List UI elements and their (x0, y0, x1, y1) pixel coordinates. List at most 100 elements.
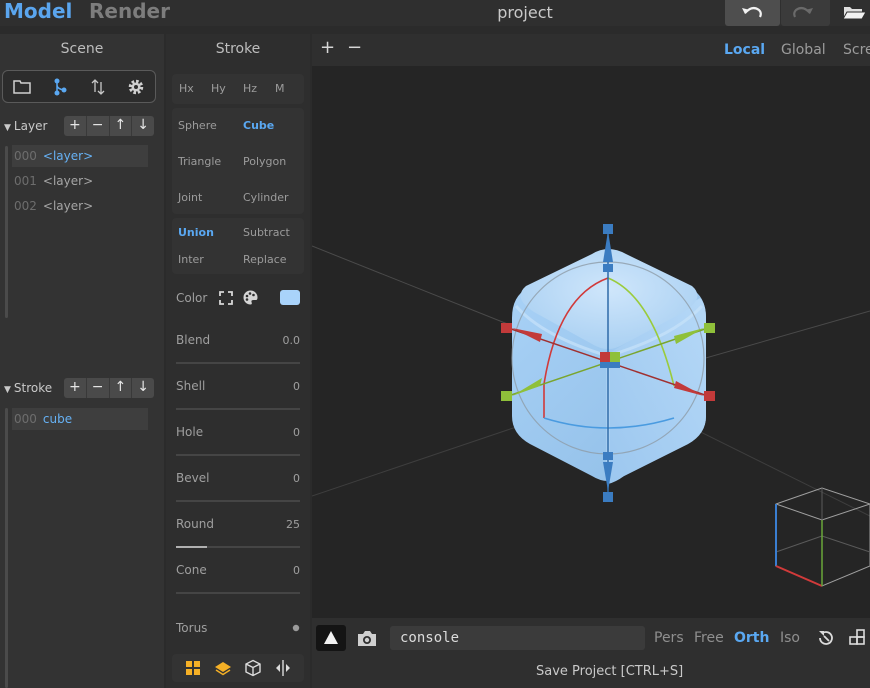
layer-row[interactable]: 001 <layer> (12, 170, 148, 192)
bevel-label: Bevel (176, 471, 210, 485)
stroke-row[interactable]: 000 cube (12, 408, 148, 430)
hole-slider[interactable] (176, 454, 300, 456)
move-layer-down-button[interactable]: ↓ (132, 116, 154, 136)
op-replace[interactable]: Replace (243, 253, 287, 266)
op-union[interactable]: Union (178, 226, 214, 239)
mirror-hz-toggle[interactable]: Hz (243, 82, 257, 95)
space-global[interactable]: Global (781, 42, 826, 58)
mirror-m-toggle[interactable]: M (275, 82, 285, 95)
stroke-section-label: Stroke (13, 381, 53, 395)
view-cube[interactable] (775, 487, 870, 587)
layer-index: 001 (14, 174, 37, 188)
tab-model[interactable]: Model (4, 0, 72, 23)
hole-value: 0 (293, 426, 300, 439)
cone-slider[interactable] (176, 592, 300, 594)
collapse-triangle-icon: ▼ (4, 123, 11, 133)
settings-button[interactable] (125, 76, 147, 98)
open-project-button[interactable] (838, 0, 870, 26)
move-stroke-down-button[interactable]: ↓ (132, 378, 154, 398)
shell-slider[interactable] (176, 408, 300, 410)
camera-icon (358, 631, 376, 646)
sort-button[interactable] (87, 76, 109, 98)
console-input[interactable]: console (390, 626, 645, 650)
layers-icon[interactable] (214, 659, 232, 677)
hierarchy-icon (54, 78, 67, 96)
layer-buttons: + − ↑ ↓ (64, 116, 154, 136)
layer-list-scrollbar[interactable] (5, 146, 8, 318)
shape-cylinder[interactable]: Cylinder (243, 191, 289, 204)
hierarchy-button[interactable] (49, 76, 71, 98)
blend-slider[interactable] (176, 362, 300, 364)
mirror-icon[interactable] (274, 659, 292, 677)
3d-canvas[interactable] (312, 66, 870, 618)
space-screen[interactable]: Screen (843, 42, 870, 58)
stroke-section-header[interactable]: ▼ Stroke (4, 381, 52, 395)
grid-icon[interactable] (184, 659, 202, 677)
undo-button[interactable] (725, 0, 780, 26)
shape-cube[interactable]: Cube (243, 119, 274, 132)
layer-row[interactable]: 000 <layer> (12, 145, 148, 167)
scene-panel: Scene ▼ Layer + − ↑ ↓ 000 <layer> 001 <l… (0, 34, 164, 688)
top-bar: Model Render project (0, 0, 870, 26)
layer-section-header[interactable]: ▼ Layer (4, 119, 47, 133)
layer-section-label: Layer (13, 119, 48, 133)
bevel-slider[interactable] (176, 500, 300, 502)
layer-row[interactable]: 002 <layer> (12, 195, 148, 217)
cube-icon[interactable] (244, 659, 262, 677)
color-swatch[interactable] (280, 290, 300, 305)
add-layer-button[interactable]: + (64, 116, 87, 136)
layer-name: <layer> (42, 149, 94, 163)
remove-layer-button[interactable]: − (87, 116, 110, 136)
collapse-triangle-icon: ▼ (4, 385, 11, 395)
pick-mode-button[interactable] (316, 625, 346, 651)
projection-orth[interactable]: Orth (734, 630, 769, 646)
tab-render[interactable]: Render (89, 0, 170, 23)
triangle-icon (324, 631, 338, 644)
scene-render[interactable] (312, 66, 870, 618)
cone-label: Cone (176, 563, 207, 577)
round-slider[interactable] (176, 546, 300, 548)
mirror-hx-toggle[interactable]: Hx (179, 82, 194, 95)
shell-value: 0 (293, 380, 300, 393)
projection-iso[interactable]: Iso (780, 630, 800, 646)
scene-toolbar (2, 70, 156, 103)
remove-stroke-button[interactable]: − (87, 378, 110, 398)
op-inter[interactable]: Inter (178, 253, 204, 266)
op-subtract[interactable]: Subtract (243, 226, 290, 239)
bevel-value: 0 (293, 472, 300, 485)
color-label: Color (176, 291, 208, 305)
layer-name: <layer> (42, 174, 94, 188)
projection-pers[interactable]: Pers (654, 630, 684, 646)
stroke-buttons: + − ↑ ↓ (64, 378, 154, 398)
folder-button[interactable] (11, 76, 33, 98)
shape-polygon[interactable]: Polygon (243, 155, 286, 168)
zoom-out-button[interactable]: − (347, 37, 362, 58)
shape-triangle[interactable]: Triangle (178, 155, 221, 168)
mirror-hy-toggle[interactable]: Hy (211, 82, 226, 95)
space-local[interactable]: Local (724, 42, 765, 58)
palette-icon[interactable] (242, 289, 259, 306)
zoom-in-button[interactable]: + (320, 37, 335, 58)
sort-icon (91, 79, 105, 95)
stroke-list-scrollbar[interactable] (5, 408, 8, 688)
layer-index: 000 (14, 149, 37, 163)
add-stroke-button[interactable]: + (64, 378, 87, 398)
folder-open-icon (842, 7, 867, 20)
viewport: + − Local Global Screen (312, 34, 870, 688)
torus-toggle[interactable] (292, 624, 300, 632)
blend-label: Blend (176, 333, 211, 347)
reset-view-icon[interactable] (816, 628, 836, 648)
move-stroke-up-button[interactable]: ↑ (110, 378, 133, 398)
shape-options: Sphere Cube Triangle Polygon Joint Cylin… (172, 108, 304, 214)
projection-free[interactable]: Free (694, 630, 724, 646)
screenshot-button[interactable] (352, 625, 382, 651)
layout-icon[interactable] (847, 628, 867, 648)
shape-joint[interactable]: Joint (178, 191, 202, 204)
viewport-header: + − Local Global Screen (312, 34, 870, 66)
redo-button[interactable] (781, 0, 830, 26)
fullscreen-icon[interactable] (218, 290, 234, 306)
shape-sphere[interactable]: Sphere (178, 119, 217, 132)
mirror-options: Hx Hy Hz M (172, 74, 304, 104)
folder-icon (13, 80, 31, 94)
move-layer-up-button[interactable]: ↑ (110, 116, 133, 136)
